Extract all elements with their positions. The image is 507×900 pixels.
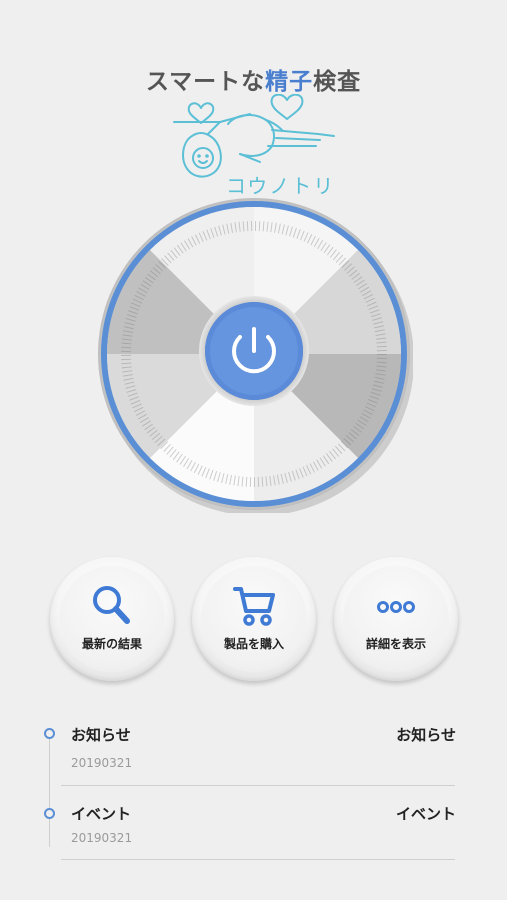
news-category: お知らせ xyxy=(396,726,456,744)
title-suffix: 検査 xyxy=(313,69,362,95)
news-category: イベント xyxy=(395,805,456,823)
divider xyxy=(61,859,455,860)
divider xyxy=(61,785,455,786)
news-date: 20190321 xyxy=(71,756,133,770)
show-details-label: 詳細を表示 xyxy=(365,637,426,651)
title-accent: 精子 xyxy=(265,69,314,95)
power-icon xyxy=(205,302,303,400)
title-prefix: スマートな xyxy=(145,69,266,95)
latest-results-button[interactable]: 最新の結果 xyxy=(50,557,174,681)
latest-results-label: 最新の結果 xyxy=(81,637,142,651)
timeline-dot xyxy=(44,728,55,739)
search-icon xyxy=(93,586,130,624)
news-title: お知らせ xyxy=(71,726,131,744)
buy-product-button[interactable]: 製品を購入 xyxy=(192,557,316,681)
heart-icon xyxy=(187,102,215,124)
start-test-button[interactable] xyxy=(204,301,304,401)
heart-icon xyxy=(270,94,304,120)
cart-icon xyxy=(233,587,275,626)
more-icon xyxy=(377,601,415,613)
show-details-button[interactable]: 詳細を表示 xyxy=(334,557,458,681)
page-title: スマートな精子検査 xyxy=(0,62,507,96)
timeline-line xyxy=(49,735,50,847)
news-date: 20190321 xyxy=(71,831,133,845)
buy-product-label: 製品を購入 xyxy=(223,637,284,651)
timeline-dot xyxy=(44,808,55,819)
news-title: イベント xyxy=(71,805,132,823)
